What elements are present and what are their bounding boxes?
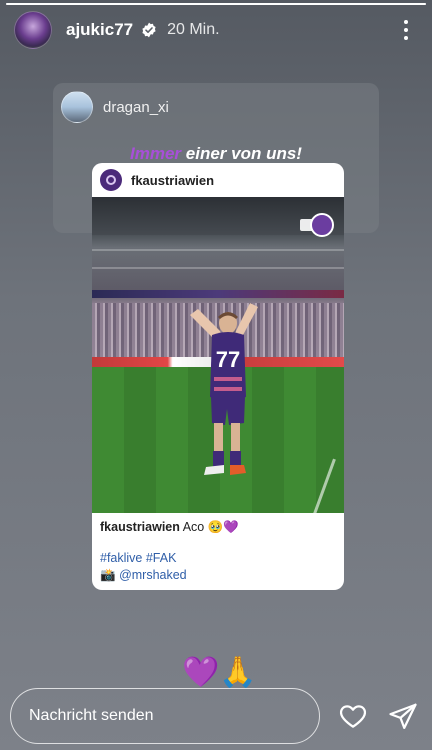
- post-image[interactable]: 77: [92, 197, 344, 513]
- caption-emoji: 🥹💜: [207, 520, 239, 534]
- repost-username[interactable]: dragan_xi: [103, 99, 169, 116]
- stand-row: [92, 249, 344, 251]
- story-header: ajukic77 20 Min.: [14, 10, 418, 50]
- player-figure: 77: [190, 303, 258, 475]
- caption-mention[interactable]: @mrshaked: [119, 568, 187, 582]
- post-handle[interactable]: fkaustriawien: [131, 173, 214, 188]
- heart-outline-icon[interactable]: [338, 701, 368, 731]
- tagline-rest: einer von uns!: [181, 144, 302, 163]
- post-header: fkaustriawien: [92, 163, 344, 197]
- tagline-accent: Immer: [130, 144, 182, 163]
- club-avatar[interactable]: [100, 169, 122, 191]
- post-caption: fkaustriawien Aco 🥹💜 #faklive #FAK 📸 @mr…: [92, 513, 344, 590]
- story-progress-fill: [6, 3, 426, 5]
- story-time: 20 Min.: [167, 21, 220, 38]
- reply-bar: [10, 688, 418, 744]
- story-progress-bar: [6, 3, 426, 5]
- caption-text: Aco: [182, 520, 205, 534]
- verified-badge-icon: [142, 22, 156, 38]
- stand-row: [92, 267, 344, 269]
- story-reactions: 💜🙏: [182, 656, 257, 689]
- club-logo-icon: [310, 213, 334, 237]
- shared-post-card[interactable]: fkaustriawien 77 fkaustriawien Aco 🥹💜 #f…: [92, 163, 344, 590]
- avatar[interactable]: [14, 11, 52, 49]
- more-vertical-icon[interactable]: [394, 16, 418, 44]
- message-input[interactable]: [10, 688, 320, 744]
- caption-username[interactable]: fkaustriawien: [100, 520, 180, 534]
- story-tagline: Immer einer von uns!: [0, 144, 432, 164]
- story-username[interactable]: ajukic77: [66, 20, 133, 40]
- jersey-number: 77: [216, 347, 240, 372]
- camera-emoji: 📸: [100, 568, 116, 582]
- repost-avatar[interactable]: [61, 91, 93, 123]
- repost-header: dragan_xi: [61, 91, 169, 123]
- caption-hashtags[interactable]: #faklive #FAK: [100, 550, 336, 567]
- paper-plane-icon[interactable]: [388, 701, 418, 731]
